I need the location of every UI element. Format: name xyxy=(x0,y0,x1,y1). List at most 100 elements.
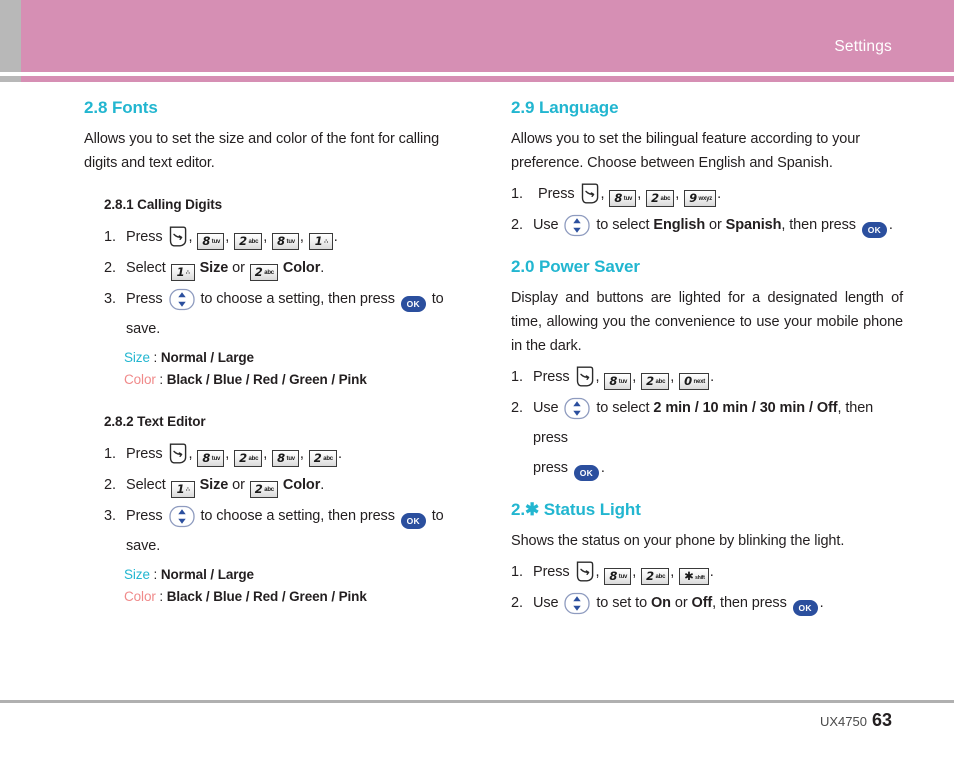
key-2: 2 abc xyxy=(646,190,675,207)
value-line-size: Size : Normal / Large xyxy=(124,567,254,582)
value-list-calling-digits: Size : Normal / Large Color : Black / Bl… xyxy=(84,347,476,391)
option-english: English xyxy=(653,217,706,233)
right-column: 2.9 Language Allows you to set the bilin… xyxy=(511,82,903,619)
nav-updown-key-icon xyxy=(564,397,591,420)
step-number: 2. xyxy=(511,595,523,611)
step-lead: Use xyxy=(533,595,559,611)
section-heading-power-saver: 2.0 Power Saver xyxy=(511,257,640,276)
comma: , xyxy=(188,229,193,245)
subsection-heading-calling-digits: 2.8.1 Calling Digits xyxy=(104,197,223,212)
page-title: Settings xyxy=(834,38,892,55)
step-number: 3. xyxy=(104,291,116,307)
section-intro-power-saver: Display and buttons are lighted for a de… xyxy=(511,290,903,354)
value-label-color: Color xyxy=(124,372,156,387)
step-mid2: , then press xyxy=(781,217,856,233)
step-number: 1. xyxy=(511,564,523,580)
send-key-icon xyxy=(168,226,188,247)
step-mid: to choose a setting, then press xyxy=(200,291,395,307)
key-8: 8 tuv xyxy=(272,450,299,467)
step-item: 3. Press to choose a setting, then press… xyxy=(104,501,476,561)
section-heading-status-light: 2.✱ Status Light xyxy=(511,500,641,519)
value-line-color: Color : Black / Blue / Red / Green / Pin… xyxy=(124,589,367,604)
key-0: 0 next xyxy=(679,373,710,390)
step-item: 2. Select 1 ∴ Size or 2 abc Color. xyxy=(104,470,476,500)
step-number: 2. xyxy=(511,217,523,233)
step-lead: Press xyxy=(538,186,575,202)
step-mid: to set to xyxy=(596,595,648,611)
step-item: 1. Press , 8 tuv, 2 abc, ✱ shift. xyxy=(511,557,903,587)
ok-key-icon: OK xyxy=(861,222,887,238)
step-mid: to select xyxy=(596,217,650,233)
key-8: 8 tuv xyxy=(609,190,637,207)
key-2: 2 abc xyxy=(249,264,278,281)
value-line-size: Size : Normal / Large xyxy=(124,350,254,365)
steps-text-editor: 1. Press , 8 tuv, 2 abc, 8 tuv, 2 abc. 2. Se… xyxy=(84,439,476,561)
step-lead: Select xyxy=(126,477,166,493)
key-8: 8 tuv xyxy=(272,233,299,250)
section-heading-language-wrap: 2.9 Language xyxy=(511,98,903,118)
value-options-size: Normal / Large xyxy=(160,350,254,365)
step-item: 1. Press , 8 tuv, 2 abc, 9 wxyz. xyxy=(511,179,903,209)
value-label-size: Size xyxy=(124,567,150,582)
key-8: 8 tuv xyxy=(604,373,632,390)
joiner: or xyxy=(709,217,722,233)
step-number: 1. xyxy=(104,446,116,462)
joiner: or xyxy=(232,260,245,276)
step-tail: . xyxy=(819,595,824,611)
subsection-heading-text-editor: 2.8.2 Text Editor xyxy=(104,414,206,429)
step-mid: to choose a setting, then press xyxy=(200,508,395,524)
step-lead: Select xyxy=(126,260,166,276)
footer-divider xyxy=(0,700,954,703)
ok-key-icon: OK xyxy=(400,513,426,529)
footer-model: UX4750 xyxy=(819,714,867,729)
step-number: 2. xyxy=(511,400,523,416)
step-number: 2. xyxy=(104,260,116,276)
value-options-size: Normal / Large xyxy=(160,567,254,582)
send-key-icon xyxy=(575,366,595,387)
key-2: 2 abc xyxy=(641,373,670,390)
footer: UX4750 63 xyxy=(820,710,892,731)
key-8: 8 tuv xyxy=(604,568,632,585)
joiner: or xyxy=(232,477,245,493)
value-options-color: Black / Blue / Red / Green / Pink xyxy=(166,589,367,604)
subsection-heading-text-editor-wrap: 2.8.2 Text Editor xyxy=(84,413,476,431)
section-heading-fonts-wrap: 2.8 Fonts xyxy=(84,98,476,118)
section-intro-status-light: Shows the status on your phone by blinki… xyxy=(511,533,845,549)
step-lead: Use xyxy=(533,217,559,233)
option-color: Color xyxy=(282,477,321,493)
key-1: 1 ∴ xyxy=(308,233,333,250)
step-lead: Press xyxy=(533,564,570,580)
send-key-icon xyxy=(575,561,595,582)
ok-key-icon: OK xyxy=(400,296,426,312)
nav-updown-key-icon xyxy=(168,288,195,311)
section-heading-language: 2.9 Language xyxy=(511,98,619,117)
header-gray-tab xyxy=(0,0,21,72)
step-tail: . xyxy=(888,217,893,233)
section-intro-fonts: Allows you to set the size and color of … xyxy=(84,131,440,171)
send-key-icon xyxy=(580,183,600,204)
step-lead: Press xyxy=(533,369,570,385)
nav-updown-key-icon xyxy=(564,592,591,615)
power-saver-options: 2 min / 10 min / 30 min / Off xyxy=(653,400,838,416)
key-star: ✱ shift xyxy=(679,568,709,585)
key-9: 9 wxyz xyxy=(684,190,717,207)
key-8: 8 tuv xyxy=(197,450,225,467)
key-2: 2 abc xyxy=(641,568,670,585)
step-number: 2. xyxy=(104,477,116,493)
section-heading-fonts: 2.8 Fonts xyxy=(84,98,158,117)
step-item: 1. Press , 8 tuv, 2 abc, 8 tuv, 2 abc. xyxy=(104,439,476,469)
step-item: 1. Press , 8 tuv, 2 abc, 0 next. xyxy=(511,362,903,392)
option-size: Size xyxy=(199,260,229,276)
step-number: 1. xyxy=(104,229,116,245)
step-item: 2. Use to select 2 min / 10 min / 30 min… xyxy=(511,393,903,483)
step-number: 1. xyxy=(511,369,523,385)
option-size: Size xyxy=(199,477,229,493)
option-spanish: Spanish xyxy=(725,217,782,233)
value-options-color: Black / Blue / Red / Green / Pink xyxy=(166,372,367,387)
key-2: 2 abc xyxy=(234,233,263,250)
step-item: 2. Use to set to On or Off, then press O… xyxy=(511,588,903,618)
nav-updown-key-icon xyxy=(168,505,195,528)
step-mid: to select xyxy=(596,400,650,416)
step-number: 1. xyxy=(511,186,523,202)
section-heading-status-light-wrap: 2.✱ Status Light xyxy=(511,500,903,520)
